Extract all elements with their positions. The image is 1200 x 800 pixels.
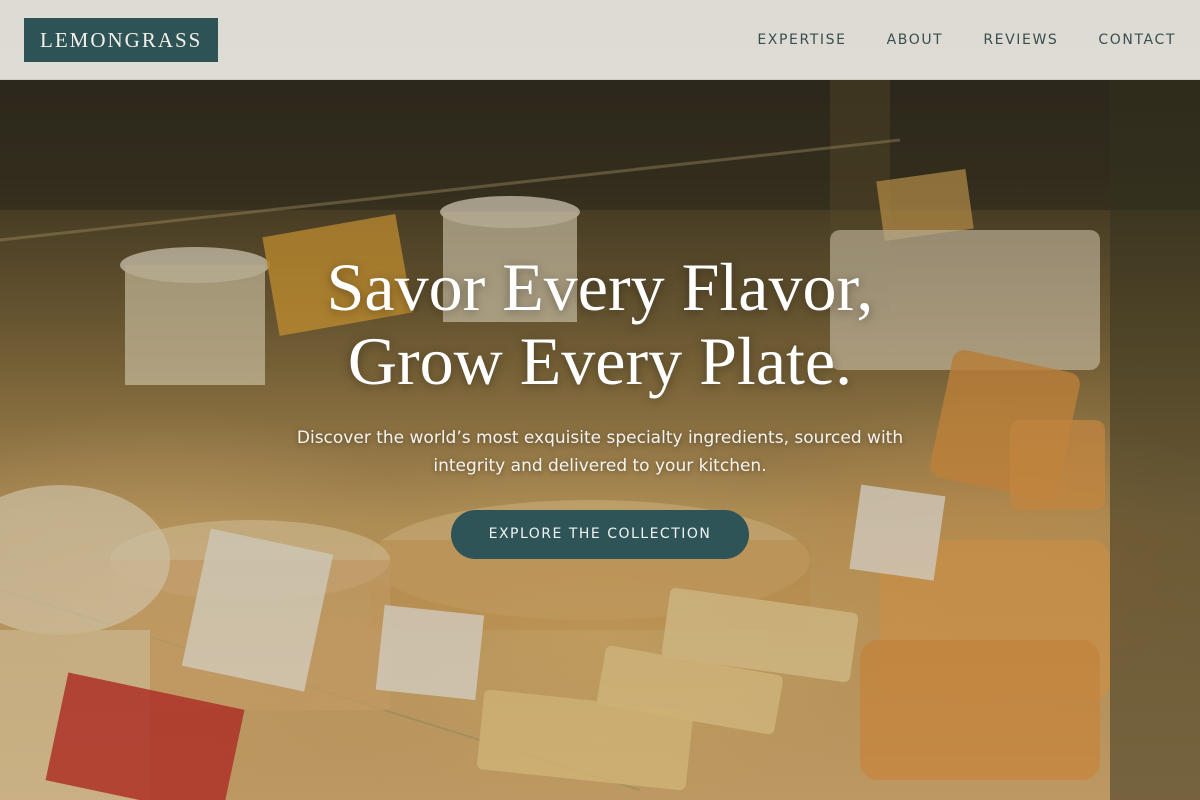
nav-link-contact[interactable]: CONTACT: [1098, 32, 1176, 48]
hero-section: Savor Every Flavor, Grow Every Plate. Di…: [0, 250, 1200, 559]
site-header: LEMONGRASS EXPERTISE ABOUT REVIEWS CONTA…: [0, 0, 1200, 80]
nav-link-reviews[interactable]: REVIEWS: [983, 32, 1058, 48]
hero-subtitle-line-1: Discover the world’s most exquisite spec…: [296, 428, 904, 448]
nav-link-about[interactable]: ABOUT: [887, 32, 944, 48]
hero-title-line-1: Savor Every Flavor,: [326, 249, 874, 325]
nav-link-expertise[interactable]: EXPERTISE: [757, 32, 846, 48]
hero-subtitle: Discover the world’s most exquisite spec…: [260, 424, 940, 480]
main-nav: EXPERTISE ABOUT REVIEWS CONTACT: [757, 32, 1176, 48]
explore-collection-button[interactable]: EXPLORE THE COLLECTION: [451, 510, 749, 559]
hero-subtitle-line-2: integrity and delivered to your kitchen.: [433, 456, 767, 476]
brand-logo[interactable]: LEMONGRASS: [24, 17, 219, 62]
hero-title-line-2: Grow Every Plate.: [347, 323, 853, 399]
hero-title: Savor Every Flavor, Grow Every Plate.: [0, 250, 1200, 398]
